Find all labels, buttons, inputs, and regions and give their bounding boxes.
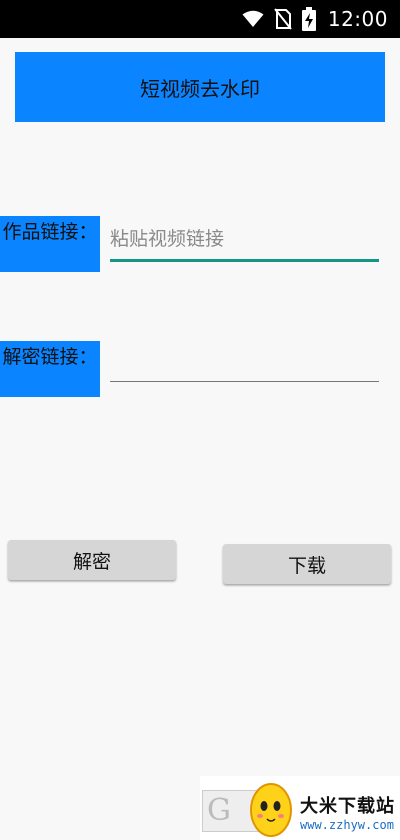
decrypt-button[interactable]: 解密	[8, 540, 176, 580]
watermark-site-url: www.zzhyw.com	[300, 818, 394, 832]
egg-mascot-icon	[246, 778, 296, 840]
wifi-icon	[242, 10, 264, 28]
battery-charging-icon	[301, 7, 316, 31]
video-link-input[interactable]	[110, 222, 379, 262]
status-bar: 12:00	[0, 0, 400, 38]
decrypted-link-label: 解密链接：	[0, 341, 100, 397]
page-title: 短视频去水印	[15, 52, 385, 122]
no-sim-icon	[274, 8, 292, 30]
decrypted-link-input[interactable]	[110, 342, 379, 382]
video-link-label: 作品链接：	[0, 216, 100, 272]
download-button[interactable]: 下载	[223, 544, 391, 584]
watermark-site-name: 大米下载站	[300, 796, 395, 817]
status-time: 12:00	[327, 7, 388, 31]
app-screen: 12:00 短视频去水印 作品链接： 解密链接： 解密 下载 G 大米下载站 w…	[0, 0, 400, 840]
site-watermark: G 大米下载站 www.zzhyw.com	[200, 776, 400, 840]
